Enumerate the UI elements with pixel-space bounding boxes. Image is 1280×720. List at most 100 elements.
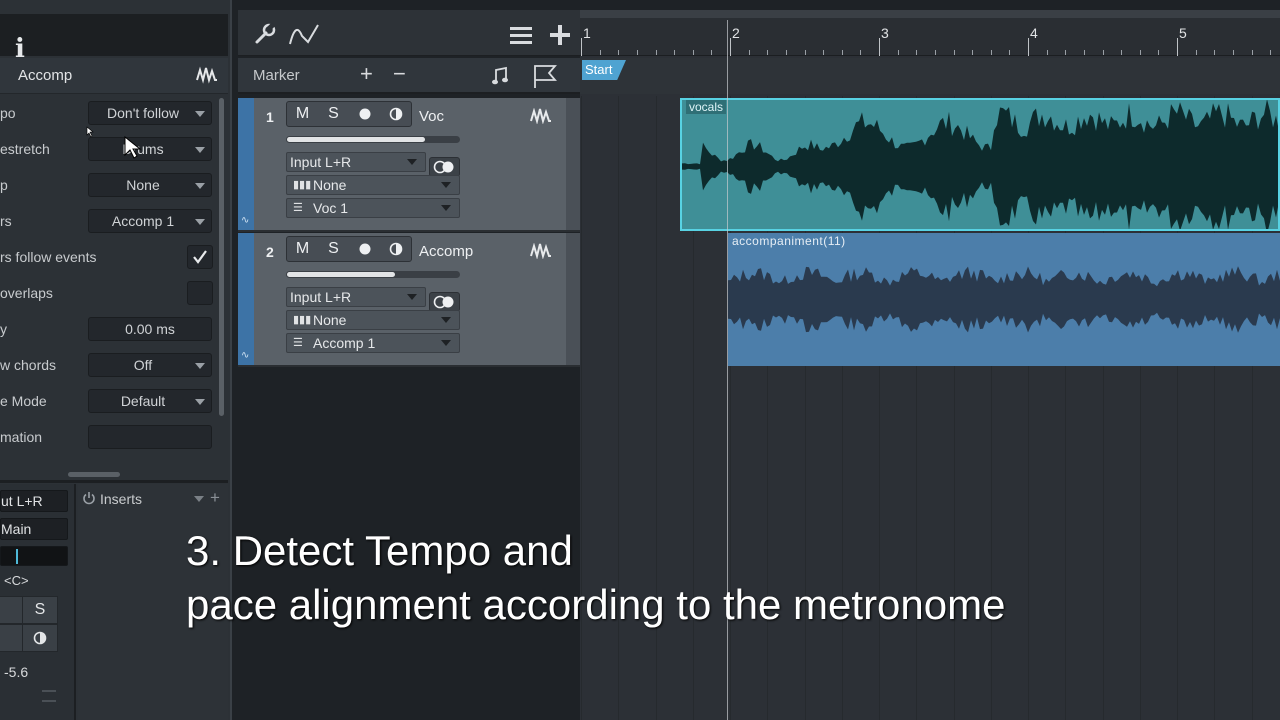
start-marker[interactable]: Start (582, 60, 626, 80)
marker-lane[interactable]: Start (580, 58, 1280, 94)
instrument-dropdown[interactable]: ▮▮▮ None (286, 310, 460, 330)
bar-tick (1177, 38, 1178, 56)
record-arm-button[interactable] (349, 102, 380, 126)
beat-tick (1195, 50, 1197, 55)
input-monitor-toggle[interactable] (429, 157, 460, 177)
input-monitor-toggle[interactable] (429, 292, 460, 312)
mute-button[interactable]: M (287, 102, 318, 126)
clip-name: vocals (686, 100, 727, 114)
track-resize-handle[interactable] (566, 233, 580, 365)
inspector-track-row[interactable]: Accomp (0, 58, 228, 94)
track-accomp[interactable]: ∿ 2 M S Accomp Input L+R ▮▮▮ None ☰ Accomp… (238, 233, 580, 367)
audio-clip-accompaniment[interactable]: accompaniment(11) (728, 233, 1280, 366)
waveform-icon[interactable] (530, 108, 552, 124)
pan-slider[interactable] (0, 546, 68, 566)
beat-tick (823, 50, 825, 55)
beat-tick (934, 50, 936, 55)
beat-tick (804, 50, 806, 55)
track-name[interactable]: Voc (419, 108, 444, 125)
timeline-ruler[interactable]: 1 2 3 4 5 (580, 10, 1280, 56)
volume-fader[interactable] (286, 271, 460, 278)
solo-button[interactable]: S (318, 237, 349, 261)
flag-icon[interactable] (532, 63, 558, 89)
solo-button[interactable]: S (22, 596, 58, 624)
bar-tick (581, 38, 582, 56)
list-icon[interactable] (510, 26, 534, 46)
automation-label: mation (0, 429, 43, 445)
delay-field[interactable]: 0.00 ms (88, 317, 212, 341)
volume-fader[interactable] (286, 136, 460, 143)
beat-tick (1270, 50, 1272, 55)
automation-toggle-icon[interactable]: ∿ (241, 215, 249, 226)
input-dropdown[interactable]: Input L+R (286, 152, 426, 172)
tune-mode-dropdown[interactable]: Default (88, 389, 212, 413)
monitor-button[interactable] (380, 237, 411, 261)
mute-button[interactable]: M (287, 237, 318, 261)
instrument-dropdown[interactable]: ▮▮▮ None (286, 175, 460, 195)
power-icon[interactable] (82, 491, 96, 505)
tempo-dropdown[interactable]: Don't follow (88, 101, 212, 125)
channel-input[interactable]: ut L+R (0, 490, 68, 512)
inspector-hscrollbar[interactable] (68, 472, 120, 477)
chevron-down-icon (441, 182, 451, 188)
input-dropdown[interactable]: Input L+R (286, 287, 426, 307)
monitor-button[interactable] (380, 102, 411, 126)
audio-clip-vocals[interactable]: vocals (680, 98, 1280, 231)
monitor-button[interactable] (22, 624, 58, 652)
mixer-icon: ▮▮▮ (293, 179, 312, 191)
beat-tick (916, 50, 918, 55)
track-color-stripe: ∿ (238, 233, 254, 365)
beat-tick (618, 50, 620, 55)
remove-marker-button[interactable]: − (393, 61, 406, 87)
add-track-icon[interactable] (549, 24, 571, 46)
add-marker-button[interactable]: + (360, 61, 373, 87)
tune-mode-value: Default (120, 393, 166, 409)
follow-chords-label: w chords (0, 357, 57, 373)
caption-line-2: pace alignment according to the metronom… (186, 581, 1006, 628)
inserts-menu-icon[interactable] (194, 496, 204, 502)
toggle-icon (433, 295, 454, 309)
track-color-stripe: ∿ (238, 98, 254, 230)
automation-icon[interactable] (288, 22, 322, 46)
bar-number: 5 (1179, 25, 1187, 41)
solo-button[interactable]: S (318, 102, 349, 126)
input-value: Input L+R (290, 154, 352, 170)
add-insert-button[interactable]: + (210, 488, 220, 508)
layer-dropdown[interactable]: ☰ Accomp 1 (286, 333, 460, 353)
track-resize-handle[interactable] (566, 98, 580, 230)
chevron-down-icon (195, 147, 205, 153)
group-dropdown[interactable]: None (88, 173, 212, 197)
layers-dropdown[interactable]: Accomp 1 (88, 209, 212, 233)
inspector-scrollbar[interactable] (219, 98, 224, 416)
chevron-down-icon (195, 399, 205, 405)
timeline-scrollbar[interactable] (580, 10, 1280, 18)
beat-tick (599, 50, 601, 55)
chevron-down-icon (195, 363, 205, 369)
beat-tick (1158, 50, 1160, 55)
layer-dropdown[interactable]: ☰ Voc 1 (286, 198, 460, 218)
wrench-icon[interactable] (254, 23, 276, 45)
waveform-icon[interactable] (530, 243, 552, 259)
record-arm-button[interactable] (349, 237, 380, 261)
automation-field[interactable] (88, 425, 212, 449)
track-voc[interactable]: ∿ 1 M S Voc Input L+R ▮▮▮ None ☰ Voc 1 (238, 98, 580, 232)
note-icon[interactable] (492, 66, 510, 86)
beat-tick (1083, 50, 1085, 55)
beat-tick (990, 50, 992, 55)
marker-label: Marker (253, 67, 300, 84)
channel-output[interactable]: Main (0, 518, 68, 540)
timestretch-label: estretch (0, 141, 50, 157)
automation-toggle-icon[interactable]: ∿ (241, 350, 249, 361)
follow-chords-dropdown[interactable]: Off (88, 353, 212, 377)
delay-label: y (0, 321, 7, 337)
bar-tick (1028, 38, 1029, 56)
track-name[interactable]: Accomp (419, 243, 473, 260)
waveform-icon[interactable] (196, 66, 218, 84)
timestretch-dropdown[interactable]: Drums (88, 137, 212, 161)
volume-value: -5.6 (4, 664, 29, 680)
play-overlaps-checkbox[interactable] (187, 281, 213, 305)
resize-grip-icon[interactable] (42, 690, 56, 702)
toggle-icon (433, 160, 454, 174)
channel-strip: ut L+R Main <C> S -5.6 (0, 484, 76, 720)
layers-follow-events-checkbox[interactable] (187, 245, 213, 269)
